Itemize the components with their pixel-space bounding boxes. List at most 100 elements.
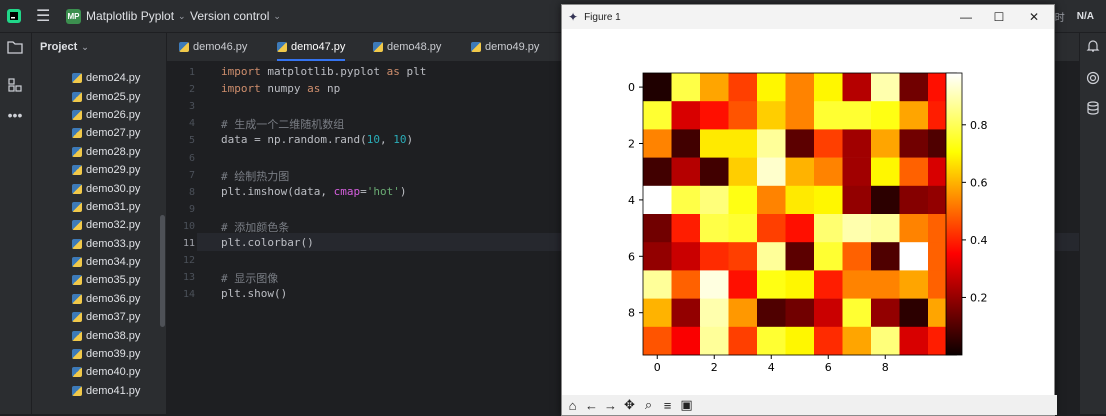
file-item[interactable]: demo28.py [32, 143, 166, 161]
heatmap-cell [671, 242, 701, 271]
file-item[interactable]: demo36.py [32, 290, 166, 308]
file-item[interactable]: demo30.py [32, 179, 166, 197]
heatmap-cell [757, 185, 786, 215]
file-item[interactable]: demo35.py [32, 271, 166, 289]
project-panel-header[interactable]: Project ⌄ [32, 33, 166, 61]
code-line[interactable]: plt.show() [221, 287, 287, 300]
heatmap-cell [671, 298, 701, 328]
home-icon[interactable]: ⌂ [565, 398, 580, 413]
line-number: 7 [188, 169, 195, 181]
tab-demo49[interactable]: demo49.py [471, 33, 539, 61]
heatmap-cell [757, 298, 786, 328]
heatmap-cell [899, 101, 929, 130]
pan-icon[interactable]: ✥ [622, 397, 637, 413]
heatmap-cell [871, 129, 900, 158]
heatmap-cell [871, 326, 900, 356]
chevron-down-icon: ⌄ [273, 10, 281, 21]
notifications-icon[interactable] [1084, 37, 1102, 55]
heatmap-cell [643, 214, 672, 243]
python-file-icon [72, 275, 82, 286]
file-item[interactable]: demo37.py [32, 308, 166, 326]
file-name: demo34.py [86, 256, 141, 269]
more-icon[interactable]: ••• [5, 105, 25, 125]
figure-titlebar[interactable]: ✦ Figure 1 [562, 5, 1054, 29]
heatmap-cell [871, 157, 900, 187]
close-button[interactable]: ✕ [1025, 8, 1043, 26]
figure-window: ✦ Figure 1 — ☐ ✕ 0 2 4 6 8 0 2 4 6 8 0.2 0.4 0.6 0.8… [561, 4, 1057, 416]
code-line[interactable]: plt.colorbar() [221, 236, 314, 249]
heatmap-cell [842, 298, 872, 328]
version-control-label: Version control [190, 9, 270, 23]
file-item[interactable]: demo41.py [32, 382, 166, 400]
file-item[interactable]: demo39.py [32, 345, 166, 363]
heatmap-cell [643, 129, 672, 158]
save-icon[interactable]: ▣ [679, 397, 694, 413]
code-line[interactable]: import numpy as np [221, 82, 340, 95]
heatmap-cell [814, 185, 843, 215]
main-menu-icon[interactable]: ☰ [36, 0, 54, 32]
code-line[interactable]: # 生成一个二维随机数组 [221, 116, 344, 132]
tab-demo48[interactable]: demo48.py [373, 33, 441, 61]
configure-subplots-icon[interactable]: ≡ [660, 398, 675, 413]
code-line[interactable]: # 显示图像 [221, 270, 278, 286]
file-item[interactable]: demo34.py [32, 253, 166, 271]
project-panel-title: Project [40, 41, 78, 53]
heatmap-cell [671, 129, 701, 158]
file-item[interactable]: demo33.py [32, 235, 166, 253]
folder-icon[interactable] [5, 37, 25, 57]
file-item[interactable]: demo31.py [32, 198, 166, 216]
project-panel: Project ⌄ demo24.py demo25.py demo26.py dem… [32, 33, 166, 414]
python-file-icon [72, 165, 82, 176]
file-item[interactable]: demo29.py [32, 161, 166, 179]
file-item[interactable]: demo27.py [32, 124, 166, 142]
database-icon[interactable] [1084, 99, 1102, 117]
heatmap-cell [728, 101, 758, 130]
python-file-icon [72, 128, 82, 139]
forward-icon[interactable]: → [603, 398, 618, 413]
structure-icon[interactable] [5, 75, 25, 95]
code-line[interactable]: data = np.random.rand(10, 10) [221, 133, 413, 146]
file-item[interactable]: demo24.py [32, 69, 166, 87]
file-item[interactable]: demo38.py [32, 326, 166, 344]
file-item[interactable]: demo40.py [32, 363, 166, 381]
back-icon[interactable]: ← [584, 398, 599, 413]
heatmap-cell [871, 73, 900, 102]
app-logo-icon[interactable] [6, 0, 24, 32]
file-item[interactable]: demo32.py [32, 216, 166, 234]
file-item[interactable]: demo25.py [32, 87, 166, 105]
python-file-icon [72, 220, 82, 231]
heatmap-cell [700, 73, 729, 102]
file-name: demo24.py [86, 72, 141, 85]
colorbar-tick-label: 0.2 [970, 291, 988, 304]
project-switcher[interactable]: MP Matplotlib Pyplot ⌄ [66, 0, 186, 32]
project-scrollbar[interactable] [160, 215, 165, 327]
heatmap-cell [700, 214, 729, 243]
colorbar-tick-label: 0.6 [970, 176, 988, 189]
y-tick-label: 2 [628, 138, 635, 151]
zoom-icon[interactable]: ⌕ [641, 397, 656, 413]
python-file-icon [72, 201, 82, 212]
python-file-icon [72, 238, 82, 249]
code-line[interactable]: plt.imshow(data, cmap='hot') [221, 185, 406, 198]
version-control-menu[interactable]: Version control ⌄ [190, 0, 281, 32]
ai-assistant-icon[interactable] [1084, 69, 1102, 87]
tab-demo47[interactable]: demo47.py [277, 33, 346, 61]
line-number: 1 [188, 67, 195, 78]
heatmap-cell [643, 242, 672, 271]
colorbar-tick-label: 0.4 [970, 234, 988, 247]
python-file-icon [471, 42, 481, 52]
code-line[interactable]: # 绘制热力图 [221, 168, 289, 184]
line-number: 14 [182, 289, 195, 301]
minimize-button[interactable]: — [957, 8, 975, 26]
file-name: demo40.py [86, 366, 141, 379]
file-item[interactable]: demo26.py [32, 106, 166, 124]
heatmap-cell [700, 270, 729, 299]
maximize-button[interactable]: ☐ [990, 8, 1008, 26]
heatmap-cell [728, 157, 758, 187]
file-name: demo31.py [86, 200, 141, 213]
code-line[interactable]: # 添加颜色条 [221, 219, 289, 235]
x-tick-label: 4 [768, 361, 775, 374]
x-tick-label: 2 [711, 361, 718, 374]
code-line[interactable]: import matplotlib.pyplot as plt [221, 65, 426, 78]
tab-demo46[interactable]: demo46.py [179, 33, 247, 61]
